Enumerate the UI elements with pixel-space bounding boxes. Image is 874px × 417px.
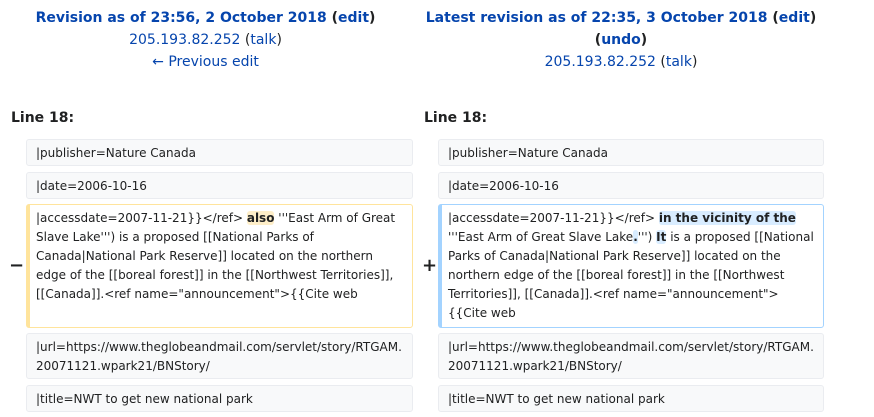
context-line-url-right: |url=https://www.theglobeandmail.com/ser… — [438, 333, 824, 379]
added-phrase-highlight: in the vicinity of the — [658, 211, 796, 225]
left-talk-link[interactable]: talk — [250, 32, 276, 48]
left-revision-header: Revision as of 23:56, 2 October 2018 (ed… — [35, 10, 376, 70]
undo-link[interactable]: undo — [601, 32, 641, 48]
right-talk-link[interactable]: talk — [666, 54, 692, 70]
right-user-link[interactable]: 205.193.82.252 — [545, 54, 656, 70]
line-number-left: Line 18: — [11, 110, 75, 126]
context-line-date-left: |date=2006-10-16 — [26, 172, 413, 199]
context-line-title-right: |title=NWT to get new national park — [438, 385, 824, 412]
added-line: |accessdate=2007-11-21}}</ref> in the vi… — [438, 204, 824, 328]
right-revision-header: Latest revision as of 22:35, 3 October 2… — [425, 10, 817, 70]
added-it-highlight: It — [656, 230, 667, 244]
left-revision-link[interactable]: Revision as of 23:56, 2 October 2018 — [36, 10, 327, 26]
addition-marker: + — [422, 255, 438, 276]
deleted-line: |accessdate=2007-11-21}}</ref> also '''E… — [26, 204, 413, 328]
line-number-right: Line 18: — [424, 110, 488, 126]
context-line-publisher-left: |publisher=Nature Canada — [26, 139, 413, 166]
context-line-url-left: |url=https://www.theglobeandmail.com/ser… — [26, 333, 413, 379]
deleted-word-highlight: also — [246, 211, 275, 225]
added-text-prefix: |accessdate=2007-11-21}}</ref> — [448, 211, 659, 225]
previous-edit-link[interactable]: ← Previous edit — [152, 54, 259, 70]
context-line-publisher-right: |publisher=Nature Canada — [438, 139, 824, 166]
left-edit-link[interactable]: edit — [338, 10, 369, 26]
deletion-marker: − — [9, 255, 25, 276]
right-edit-link[interactable]: edit — [779, 10, 810, 26]
context-line-title-left: |title=NWT to get new national park — [26, 385, 413, 412]
deleted-text-prefix: |accessdate=2007-11-21}}</ref> — [36, 211, 247, 225]
left-user-link[interactable]: 205.193.82.252 — [129, 32, 240, 48]
added-text-middle-2: ''') — [637, 230, 657, 244]
right-revision-link[interactable]: Latest revision as of 22:35, 3 October 2… — [426, 10, 768, 26]
context-line-date-right: |date=2006-10-16 — [438, 172, 824, 199]
